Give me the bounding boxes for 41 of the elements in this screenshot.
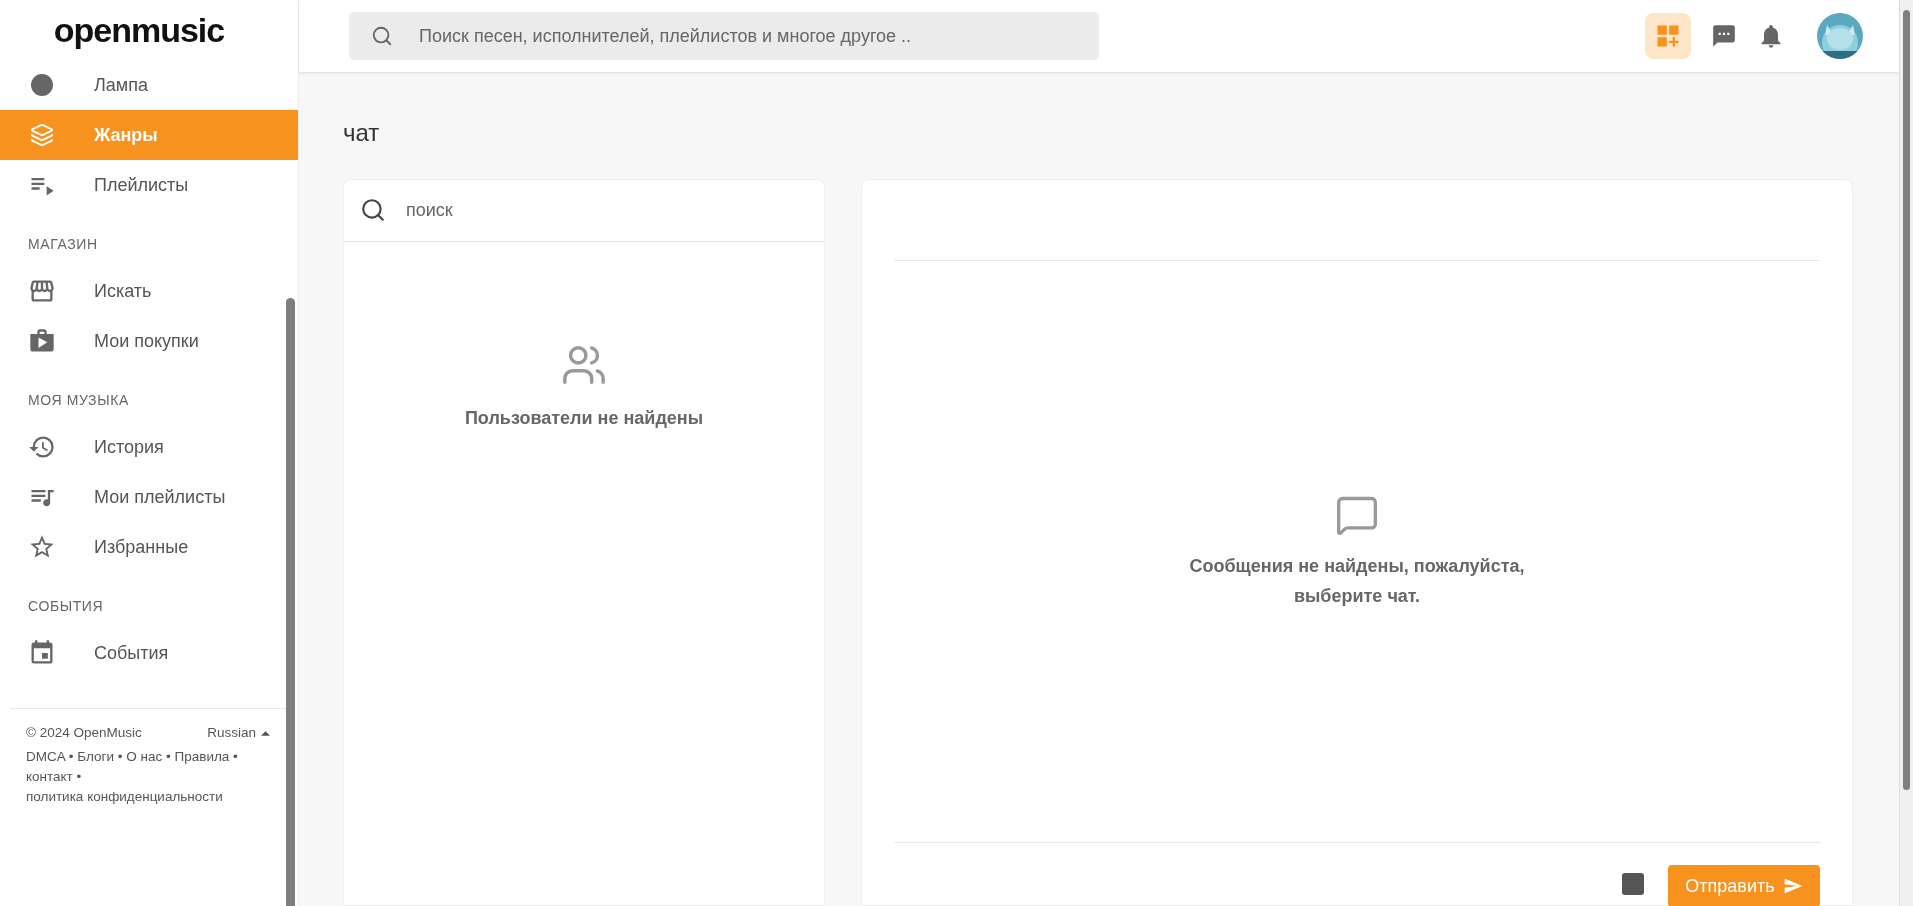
separator: • <box>233 749 238 764</box>
footer-link[interactable]: Правила <box>174 749 230 764</box>
section-heading: МАГАЗИН <box>27 235 99 254</box>
section-heading: СОБЫТИЯ <box>27 597 105 616</box>
sidebar-item[interactable]: Избранные <box>0 522 286 572</box>
scrollbar-thumb[interactable] <box>1903 10 1910 790</box>
empty-message: Пользователи не найдены <box>464 408 704 429</box>
footer-link[interactable]: DMCA <box>26 749 65 764</box>
layers-icon <box>30 123 54 147</box>
circle-icon <box>31 74 53 96</box>
send-icon <box>1782 876 1803 896</box>
chat-button[interactable] <box>1711 23 1737 49</box>
shopping-bag-icon <box>28 327 56 355</box>
logo[interactable]: openmusic <box>53 10 225 50</box>
add-widget-button[interactable] <box>1645 13 1691 59</box>
section-heading: МОЯ МУЗЫКА <box>27 391 130 410</box>
language-selector[interactable]: Russian <box>207 723 270 743</box>
footer-link[interactable]: Блоги <box>77 749 114 764</box>
sidebar-item[interactable]: Искать <box>0 266 286 316</box>
chat-icon <box>1711 23 1737 49</box>
separator: • <box>166 749 171 764</box>
sidebar-item[interactable]: Лампа <box>0 60 286 110</box>
separator: • <box>68 749 74 764</box>
sidebar-item[interactable]: Плейлисты <box>0 160 286 210</box>
search-icon <box>360 197 386 223</box>
search-icon <box>371 25 393 47</box>
footer-link[interactable]: О нас <box>126 749 163 764</box>
footer-link[interactable]: политика конфиденциальности <box>26 789 223 804</box>
copyright: © 2024 OpenMusic <box>26 724 142 742</box>
scrollbar-thumb[interactable] <box>286 298 295 906</box>
sidebar-item[interactable]: История <box>0 422 286 472</box>
separator: • <box>76 769 82 784</box>
sidebar-item[interactable]: Мои плейлисты <box>0 472 286 522</box>
search-field[interactable]: Поиск песен, исполнителей, плейлистов и многое другое .. <box>349 12 1099 60</box>
page-title: чат <box>343 119 381 147</box>
empty-message: Сообщения не найдены, пожалуйста, выберите чат. <box>1188 554 1526 608</box>
caret-icon <box>261 730 270 736</box>
footer-link[interactable]: контакт <box>26 769 73 784</box>
separator: • <box>117 749 123 764</box>
sidebar-item[interactable]: Мои покупки <box>0 316 286 366</box>
sidebar-item[interactable]: События <box>0 628 286 678</box>
